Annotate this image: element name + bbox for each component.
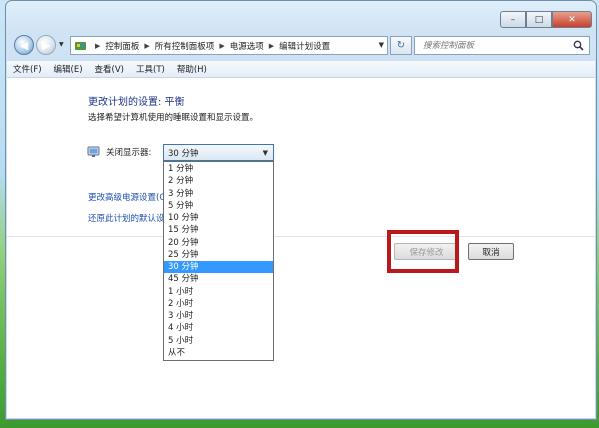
search-box[interactable] bbox=[414, 36, 590, 55]
monitor-icon bbox=[87, 146, 100, 157]
restore-defaults-link[interactable]: 还原此计划的默认设置 bbox=[88, 212, 165, 224]
breadcrumb-separator-icon: ▶ bbox=[95, 41, 101, 50]
breadcrumb-separator-icon: ▶ bbox=[219, 41, 225, 50]
dropdown-option[interactable]: 5 小时 bbox=[164, 335, 273, 347]
breadcrumb-separator-icon: ▶ bbox=[144, 41, 150, 50]
menu-view[interactable]: 查看(V) bbox=[95, 63, 124, 75]
advanced-power-settings-link[interactable]: 更改高级电源设置(C) bbox=[88, 191, 165, 203]
turn-off-display-value: 30 分钟 bbox=[168, 148, 199, 159]
dropdown-option[interactable]: 3 分钟 bbox=[164, 188, 273, 200]
cancel-button[interactable]: 取消 bbox=[468, 243, 514, 260]
recent-pages-dropdown-icon[interactable]: ▼ bbox=[59, 41, 64, 48]
maximize-button[interactable]: □ bbox=[526, 11, 552, 28]
breadcrumb-control-panel[interactable]: 控制面板 bbox=[105, 40, 139, 52]
page-description: 选择希望计算机使用的睡眠设置和显示设置。 bbox=[88, 113, 259, 123]
dropdown-option[interactable]: 从不 bbox=[164, 347, 273, 359]
forward-button[interactable]: ▶ bbox=[36, 35, 56, 55]
search-input[interactable] bbox=[421, 39, 565, 52]
dropdown-option[interactable]: 5 分钟 bbox=[164, 200, 273, 212]
page-title: 更改计划的设置: 平衡 bbox=[88, 97, 185, 108]
address-dropdown-icon[interactable]: ▼ bbox=[379, 41, 384, 49]
turn-off-display-dropdown-list: 1 分钟 2 分钟 3 分钟 5 分钟 10 分钟 15 分钟 20 分钟 25 分钟 30 分… bbox=[163, 161, 274, 361]
dropdown-option[interactable]: 15 分钟 bbox=[164, 224, 273, 236]
dropdown-option[interactable]: 30 分钟 bbox=[164, 261, 273, 274]
refresh-icon: ↻ bbox=[396, 40, 406, 51]
dropdown-option[interactable]: 20 分钟 bbox=[164, 237, 273, 249]
dropdown-option[interactable]: 25 分钟 bbox=[164, 249, 273, 261]
control-panel-window: – □ ✕ ◀ ▶ ▼ ▶ 控制面板 ▶ 所有控制面板项 ▶ 电源选项 ▶ 编辑… bbox=[5, 0, 597, 420]
dropdown-option[interactable]: 1 小时 bbox=[164, 286, 273, 298]
save-button-highlight-box bbox=[387, 230, 459, 273]
turn-off-display-select[interactable]: 30 分钟 ▼ bbox=[163, 144, 274, 161]
back-button[interactable]: ◀ bbox=[14, 35, 34, 55]
close-button[interactable]: ✕ bbox=[552, 11, 592, 28]
navigation-bar: ◀ ▶ ▼ ▶ 控制面板 ▶ 所有控制面板项 ▶ 电源选项 ▶ 编辑计划设置 ▼… bbox=[12, 35, 590, 57]
chevron-down-icon: ▼ bbox=[262, 149, 268, 157]
minimize-button[interactable]: – bbox=[500, 11, 526, 28]
forward-arrow-icon: ▶ bbox=[41, 38, 51, 52]
menu-help[interactable]: 帮助(H) bbox=[177, 63, 207, 75]
breadcrumb-edit-plan[interactable]: 编辑计划设置 bbox=[279, 40, 330, 52]
dropdown-option[interactable]: 2 分钟 bbox=[164, 175, 273, 187]
dropdown-option[interactable]: 2 小时 bbox=[164, 298, 273, 310]
breadcrumb-power-options[interactable]: 电源选项 bbox=[230, 40, 264, 52]
refresh-button[interactable]: ↻ bbox=[390, 36, 412, 55]
dropdown-option[interactable]: 10 分钟 bbox=[164, 212, 273, 224]
dropdown-option[interactable]: 4 小时 bbox=[164, 322, 273, 334]
breadcrumb-separator-icon: ▶ bbox=[268, 41, 275, 50]
turn-off-display-label: 关闭显示器: bbox=[106, 148, 152, 158]
address-bar[interactable]: ▶ 控制面板 ▶ 所有控制面板项 ▶ 电源选项 ▶ 编辑计划设置 ▼ bbox=[70, 36, 388, 55]
title-bar[interactable]: – □ ✕ bbox=[6, 1, 596, 29]
dropdown-option[interactable]: 1 分钟 bbox=[164, 163, 273, 175]
divider bbox=[7, 236, 595, 237]
menu-tools[interactable]: 工具(T) bbox=[136, 63, 165, 75]
menu-file[interactable]: 文件(F) bbox=[13, 63, 42, 75]
back-arrow-icon: ◀ bbox=[19, 38, 29, 52]
control-panel-icon bbox=[75, 41, 86, 50]
search-icon[interactable] bbox=[573, 40, 584, 51]
caption-buttons: – □ ✕ bbox=[500, 11, 592, 28]
dropdown-option[interactable]: 3 小时 bbox=[164, 310, 273, 322]
menu-edit[interactable]: 编辑(E) bbox=[54, 63, 83, 75]
turn-off-display-row: 关闭显示器: bbox=[87, 146, 161, 158]
breadcrumb-all-items[interactable]: 所有控制面板项 bbox=[155, 40, 215, 52]
dropdown-option[interactable]: 45 分钟 bbox=[164, 273, 273, 285]
content-pane: 更改计划的设置: 平衡 选择希望计算机使用的睡眠设置和显示设置。 关闭显示器: … bbox=[7, 78, 595, 418]
menu-bar: 文件(F) 编辑(E) 查看(V) 工具(T) 帮助(H) bbox=[7, 61, 595, 78]
